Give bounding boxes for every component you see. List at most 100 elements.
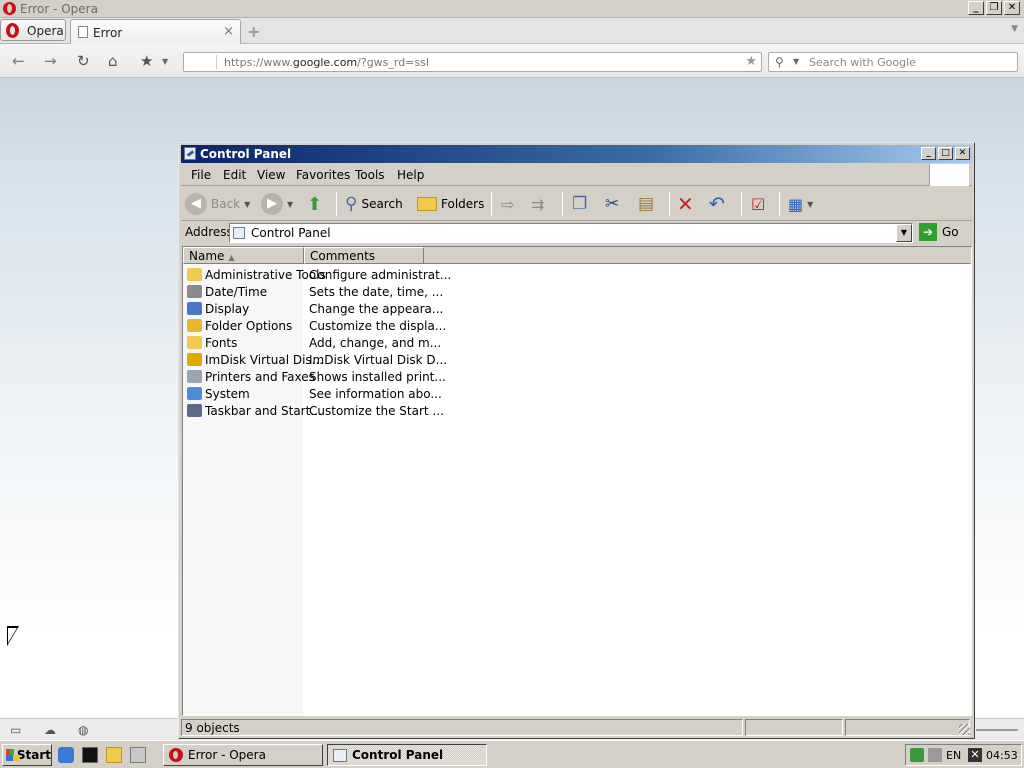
resize-grip[interactable] bbox=[959, 724, 970, 735]
command-prompt-icon[interactable] bbox=[82, 747, 98, 763]
go-button[interactable]: ➔ Go bbox=[919, 223, 959, 241]
minimize-button[interactable]: _ bbox=[968, 1, 984, 15]
close-button[interactable]: ✕ bbox=[1004, 1, 1020, 15]
column-header-comments[interactable]: Comments bbox=[304, 247, 424, 264]
windows-logo-throbber bbox=[929, 164, 969, 186]
window-controls: _ □ ✕ bbox=[921, 147, 970, 160]
bookmark-page-icon[interactable]: ★ bbox=[745, 54, 757, 69]
tab-label: Error bbox=[93, 26, 123, 40]
internet-explorer-icon[interactable] bbox=[58, 747, 74, 763]
tab-close-icon[interactable]: × bbox=[223, 24, 234, 39]
search-engine-dropdown-icon[interactable]: ▼ bbox=[793, 57, 799, 66]
clock: 04:53 bbox=[986, 749, 1018, 762]
menu-file[interactable]: File bbox=[191, 168, 211, 182]
address-combobox[interactable]: Control Panel ▼ bbox=[229, 223, 913, 243]
back-dropdown-icon[interactable]: ▼ bbox=[244, 200, 250, 209]
folders-label: Folders bbox=[441, 197, 485, 211]
list-item[interactable]: Folder Options Customize the displa... bbox=[183, 317, 483, 334]
back-arrow-icon: ◀ bbox=[185, 193, 207, 215]
bookmark-star-icon[interactable]: ★ bbox=[140, 52, 153, 70]
tab-error[interactable]: Error × bbox=[70, 19, 241, 44]
taskbar-item-opera[interactable]: Error - Opera bbox=[163, 744, 323, 766]
folder-tools-icon bbox=[187, 268, 202, 281]
copy-to-icon[interactable]: ⇉ bbox=[531, 191, 544, 217]
close-button[interactable]: ✕ bbox=[955, 147, 970, 160]
column-header-name[interactable]: Name ▲ bbox=[183, 247, 304, 264]
address-dropdown-icon[interactable]: ▼ bbox=[896, 224, 912, 242]
item-name: Date/Time bbox=[205, 285, 268, 299]
tab-menu-chevron-icon[interactable]: ▼ bbox=[1011, 24, 1018, 34]
safely-remove-icon[interactable] bbox=[928, 748, 942, 762]
views-button[interactable]: ▦ ▼ bbox=[788, 191, 813, 217]
taskbar-item-label: Control Panel bbox=[352, 748, 444, 762]
zoom-slider[interactable] bbox=[976, 729, 1018, 731]
maximize-button[interactable]: □ bbox=[938, 147, 953, 160]
paste-icon[interactable]: ▤ bbox=[638, 191, 654, 217]
minimize-button[interactable]: _ bbox=[921, 147, 936, 160]
forward-icon[interactable]: → bbox=[44, 52, 57, 70]
undo-icon[interactable]: ↶ bbox=[709, 191, 725, 217]
item-name: Taskbar and Start... bbox=[205, 404, 322, 418]
copy-icon[interactable]: ❐ bbox=[572, 191, 587, 217]
search-field[interactable]: ⚲ ▼ Search with Google bbox=[768, 52, 1018, 72]
bookmarks-dropdown-icon[interactable]: ▼ bbox=[162, 57, 168, 66]
folders-button[interactable]: Folders bbox=[417, 191, 484, 217]
system-tray: EN ✕ 04:53 bbox=[905, 744, 1022, 766]
taskbar-item-control-panel[interactable]: Control Panel bbox=[327, 744, 487, 766]
forward-dropdown-icon[interactable]: ▼ bbox=[287, 200, 293, 209]
menu-favorites[interactable]: Favorites bbox=[296, 168, 350, 182]
item-comment: Shows installed print... bbox=[309, 370, 446, 384]
list-item[interactable]: Fonts Add, change, and m... bbox=[183, 334, 483, 351]
forward-button[interactable]: ▶ ▼ bbox=[261, 191, 293, 217]
menu-view[interactable]: View bbox=[257, 168, 285, 182]
reload-icon[interactable]: ↻ bbox=[77, 52, 90, 70]
list-item[interactable]: ImDisk Virtual Dis... ImDisk Virtual Disk… bbox=[183, 351, 483, 368]
camera-icon[interactable]: ◍ bbox=[78, 723, 88, 737]
restore-button[interactable]: ❐ bbox=[986, 1, 1002, 15]
views-icon: ▦ bbox=[788, 194, 804, 214]
cut-icon[interactable]: ✂ bbox=[605, 191, 619, 217]
item-comment: ImDisk Virtual Disk D... bbox=[309, 353, 448, 367]
menu-edit[interactable]: Edit bbox=[223, 168, 246, 182]
back-icon[interactable]: ← bbox=[12, 52, 25, 70]
toolbar-separator bbox=[491, 192, 492, 216]
start-button[interactable]: Start bbox=[2, 744, 52, 766]
list-item[interactable]: Administrative Tools Configure administra… bbox=[183, 266, 483, 283]
start-label: Start bbox=[16, 748, 51, 762]
home-icon[interactable]: ⌂ bbox=[108, 52, 118, 70]
list-item[interactable]: Display Change the appeara... bbox=[183, 300, 483, 317]
item-name: ImDisk Virtual Dis... bbox=[205, 353, 324, 367]
properties-icon[interactable]: ☑ bbox=[751, 191, 765, 217]
app-tray-icon[interactable]: ✕ bbox=[968, 748, 982, 762]
window-controls: _ ❐ ✕ bbox=[968, 1, 1020, 15]
opera-menu-button[interactable]: Opera bbox=[0, 19, 66, 41]
display-icon bbox=[187, 302, 202, 315]
panel-toggle-icon[interactable]: ▭ bbox=[10, 723, 21, 737]
views-dropdown-icon[interactable]: ▼ bbox=[807, 200, 813, 209]
items-list-view: Name ▲ Comments Administrative Tools Confi… bbox=[182, 246, 972, 716]
item-name: Fonts bbox=[205, 336, 238, 350]
menu-tools[interactable]: Tools bbox=[355, 168, 385, 182]
search-button[interactable]: ⚲ Search bbox=[345, 191, 403, 217]
list-item[interactable]: Date/Time Sets the date, time, ... bbox=[183, 283, 483, 300]
fonts-folder-icon bbox=[187, 336, 202, 349]
new-tab-button[interactable]: + bbox=[247, 22, 260, 41]
address-field[interactable]: https://www.google.com/?gws_rd=ssl ★ bbox=[183, 52, 762, 72]
up-folder-button[interactable]: ⬆ bbox=[307, 191, 322, 217]
opera-logo-icon bbox=[3, 2, 16, 15]
move-to-icon[interactable]: ⇨ bbox=[501, 191, 514, 217]
list-item[interactable]: System See information abo... bbox=[183, 385, 483, 402]
explorer-folder-icon[interactable] bbox=[106, 747, 122, 763]
network-icon[interactable] bbox=[910, 748, 924, 762]
list-item[interactable]: Printers and Faxes Shows installed print.… bbox=[183, 368, 483, 385]
language-indicator[interactable]: EN bbox=[946, 749, 961, 762]
control-panel-title: Control Panel bbox=[200, 147, 292, 161]
show-desktop-icon[interactable] bbox=[130, 747, 146, 763]
tab-bar: Opera Error × + ▼ bbox=[0, 18, 1024, 44]
back-button[interactable]: ◀ Back ▼ bbox=[185, 191, 250, 217]
turbo-cloud-icon[interactable]: ☁ bbox=[44, 723, 56, 737]
list-item[interactable]: Taskbar and Start... Customize the Start … bbox=[183, 402, 483, 419]
menu-help[interactable]: Help bbox=[397, 168, 424, 182]
address-value: Control Panel bbox=[251, 226, 331, 240]
delete-icon[interactable]: ✕ bbox=[677, 191, 694, 217]
